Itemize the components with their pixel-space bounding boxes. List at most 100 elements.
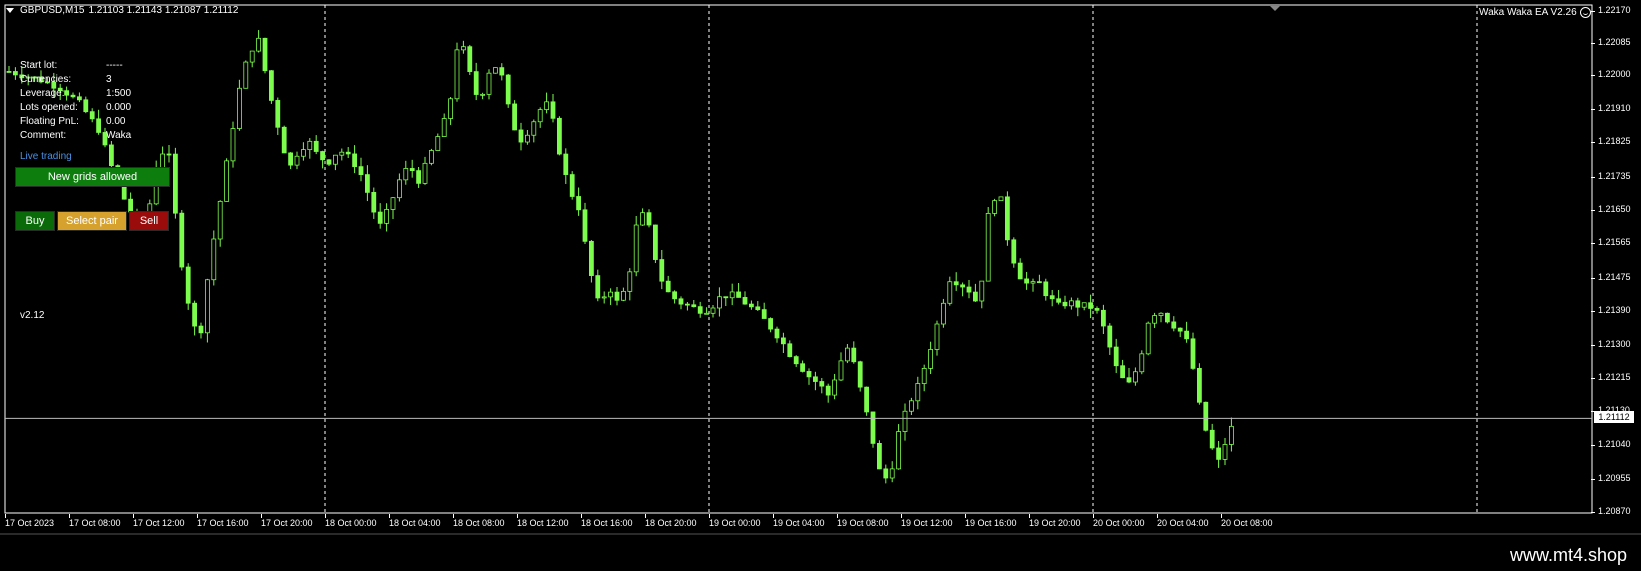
info-row: Lots opened: 0.000 xyxy=(20,101,131,115)
candle-body xyxy=(838,360,844,381)
candle-body xyxy=(435,136,441,151)
candle-body xyxy=(883,468,889,479)
candle-body xyxy=(563,153,569,175)
ea-label: Waka Waka EA V2.26 xyxy=(1479,7,1591,18)
smiley-icon[interactable] xyxy=(1579,7,1591,18)
candle-body xyxy=(217,200,223,240)
info-value: 1:500 xyxy=(106,88,132,99)
info-row: Currencies: 3 xyxy=(20,73,131,87)
candle-body xyxy=(992,200,997,214)
candle-body xyxy=(345,151,351,155)
candle-body xyxy=(1005,196,1010,241)
candle-body xyxy=(422,162,428,184)
candle-body xyxy=(390,197,396,210)
candle-body xyxy=(640,212,645,226)
candle-body xyxy=(1190,338,1196,369)
y-tick-label: 1.20955 xyxy=(1591,473,1631,483)
sell-button[interactable]: Sell xyxy=(129,211,169,231)
candle-body xyxy=(928,349,933,369)
candle-body xyxy=(339,151,345,156)
candle-body xyxy=(825,385,831,396)
candle-body xyxy=(800,363,805,372)
candle-body xyxy=(396,179,402,199)
candle-body xyxy=(998,196,1004,202)
candle-body xyxy=(1101,309,1106,327)
plot-frame xyxy=(4,4,1593,514)
y-tick-label: 1.21390 xyxy=(1591,305,1631,315)
x-tick-label: 17 Oct 08:00 xyxy=(69,514,121,528)
price-axis[interactable]: 1.22170 1.22085 1.22000 1.21910 1.21825 … xyxy=(1591,0,1641,533)
candle-body xyxy=(621,290,626,301)
select-pair-button[interactable]: Select pair xyxy=(57,211,127,231)
candle-body xyxy=(1011,239,1017,264)
candle-body xyxy=(1133,371,1138,383)
candle-body xyxy=(1094,308,1100,311)
candle-body xyxy=(230,128,236,162)
candle-body xyxy=(768,318,773,330)
version-label: v2.12 xyxy=(20,310,45,321)
candle-body xyxy=(774,328,780,339)
y-tick-label: 1.21910 xyxy=(1591,103,1631,113)
candle-body xyxy=(1177,327,1183,332)
candle-body xyxy=(1152,315,1157,324)
candle-body xyxy=(544,101,549,111)
candle-body xyxy=(512,103,517,131)
candle-body xyxy=(729,291,735,299)
candle-body xyxy=(1197,368,1202,403)
candle-body xyxy=(614,291,620,301)
candle-body xyxy=(1171,321,1177,329)
y-tick-label: 1.21300 xyxy=(1591,339,1631,349)
candle-body xyxy=(288,152,294,166)
price-chart[interactable] xyxy=(0,0,1641,533)
candle-body xyxy=(6,71,12,73)
y-tick-label: 1.21650 xyxy=(1591,204,1631,214)
chart-area[interactable]: GBPUSD,M15 1.21103 1.21143 1.21087 1.211… xyxy=(0,0,1641,533)
candle-body xyxy=(1184,330,1189,340)
candle-body xyxy=(787,343,793,358)
candle-body xyxy=(921,367,927,384)
candle-body xyxy=(979,280,985,302)
info-value: Waka xyxy=(106,130,132,141)
y-tick-label: 1.22170 xyxy=(1591,5,1631,15)
candle-body xyxy=(1145,322,1151,355)
candle-body xyxy=(204,279,210,334)
candle-body xyxy=(179,212,185,268)
candle-body xyxy=(211,238,217,281)
candle-body xyxy=(166,153,172,156)
y-tick-label: 1.21825 xyxy=(1591,136,1631,146)
candle-body xyxy=(672,291,677,300)
candle-body xyxy=(595,275,601,299)
candle-body xyxy=(109,144,114,167)
y-tick-label: 1.22000 xyxy=(1591,69,1631,79)
candle-body xyxy=(749,303,754,308)
candle-body xyxy=(518,129,524,143)
candle-body xyxy=(492,67,498,74)
candle-body xyxy=(678,298,684,305)
buy-button[interactable]: Buy xyxy=(15,211,55,231)
candle-body xyxy=(1075,300,1081,308)
candle-body xyxy=(1081,302,1087,308)
candle-body xyxy=(557,117,562,155)
candle-body xyxy=(480,93,486,96)
candle-body xyxy=(736,291,741,298)
info-row: Start lot: ----- xyxy=(20,59,131,73)
shift-marker-icon[interactable] xyxy=(1270,6,1280,11)
candle-body xyxy=(934,323,940,350)
dropdown-triangle-icon[interactable] xyxy=(6,8,14,13)
y-tick-label: 1.21040 xyxy=(1591,439,1631,449)
candle-body xyxy=(416,170,422,184)
candle-body xyxy=(371,191,377,213)
candle-body xyxy=(896,431,901,470)
candle-body xyxy=(569,174,575,197)
candle-body xyxy=(192,302,198,327)
candle-body xyxy=(1203,401,1209,431)
candle-body xyxy=(428,150,434,164)
new-grids-button[interactable]: New grids allowed xyxy=(15,167,170,187)
candle-body xyxy=(653,224,658,260)
ea-name: Waka Waka EA V2.26 xyxy=(1479,7,1577,18)
candle-body xyxy=(582,209,588,242)
candle-body xyxy=(307,140,313,151)
candle-body xyxy=(1120,365,1125,379)
symbol-label: GBPUSD,M15 xyxy=(20,5,85,16)
candle-body xyxy=(377,211,383,224)
